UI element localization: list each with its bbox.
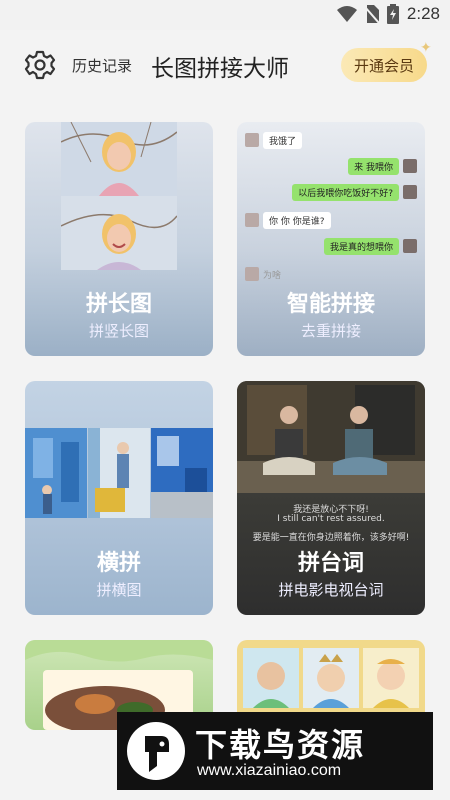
card-subtitle: 拼电影电视台词	[278, 581, 384, 599]
chat-message: 来 我喂你	[348, 157, 417, 175]
preview-photo-bottom	[61, 196, 177, 270]
preview-movie-still	[237, 381, 425, 493]
card-title: 横拼	[96, 551, 141, 576]
avatar	[403, 239, 417, 253]
card-subtitle: 拼横图	[96, 581, 142, 599]
avatar	[403, 159, 417, 173]
card-title: 拼台词	[297, 551, 364, 576]
subtitle-line: I still can't rest assured.	[277, 514, 385, 524]
card-subtitle: 去重拼接	[300, 322, 361, 340]
sparkle-icon: ✦	[420, 40, 432, 56]
subtitle-line: 要是能一直在你身边照着你，该多好啊!	[252, 533, 410, 543]
status-icons: 2:28	[336, 4, 440, 24]
chat-bubble: 你 你 你是谁?	[263, 211, 331, 229]
watermark-banner: 下载鸟资源 www.xiazainiao.com	[117, 712, 433, 790]
status-bar: 2:28	[0, 0, 450, 30]
watermark-url: www.xiazainiao.com	[197, 762, 342, 779]
chat-bubble: 我饿了	[263, 131, 303, 149]
chat-bubble: 以后我喂你吃饭好不好?	[292, 183, 399, 201]
preview-photo-top	[61, 122, 177, 196]
chat-bubble: 为啥	[263, 270, 282, 281]
bird-logo-icon	[127, 722, 185, 780]
chat-message: 为啥	[245, 266, 281, 282]
clock: 2:28	[406, 4, 440, 23]
preview-photo-strip	[25, 428, 213, 518]
chat-message: 以后我喂你吃饭好不好?	[292, 183, 417, 201]
history-link[interactable]: 历史记录	[72, 55, 132, 76]
chat-message: 我是真的想喂你	[323, 237, 417, 255]
settings-gear-icon[interactable]	[24, 50, 56, 82]
watermark-brand: 下载鸟资源	[195, 726, 366, 764]
card-long-stitch[interactable]: 拼长图 拼竖长图	[25, 122, 213, 356]
app-header: 历史记录 长图拼接大师 开通会员 ✦	[0, 30, 450, 102]
card-subtitle-stitch[interactable]: 我还是放心不下呀! I still can't rest assured. 要是…	[237, 381, 425, 615]
card-title: 智能拼接	[286, 292, 375, 317]
no-sim-icon	[364, 5, 379, 23]
chat-message: 你 你 你是谁?	[245, 211, 331, 229]
avatar	[245, 213, 259, 227]
chat-bubble: 我是真的想喂你	[323, 237, 399, 255]
chat-message: 我饿了	[245, 131, 303, 149]
chat-bubble: 来 我喂你	[348, 157, 399, 175]
battery-icon	[386, 4, 399, 24]
card-title: 拼长图	[85, 292, 152, 317]
avatar	[403, 185, 417, 199]
vip-button[interactable]: 开通会员	[341, 48, 427, 82]
card-smart-stitch[interactable]: 我饿了 来 我喂你 以后我喂你吃饭好不好? 你 你 你是谁? 我是真的想喂你 为…	[237, 122, 425, 356]
avatar	[245, 133, 259, 147]
card-subtitle: 拼竖长图	[88, 322, 149, 340]
app-title: 长图拼接大师	[151, 56, 289, 82]
wifi-icon	[336, 6, 357, 22]
card-horizontal-stitch[interactable]: 横拼 拼横图	[25, 381, 213, 615]
avatar	[245, 267, 259, 281]
